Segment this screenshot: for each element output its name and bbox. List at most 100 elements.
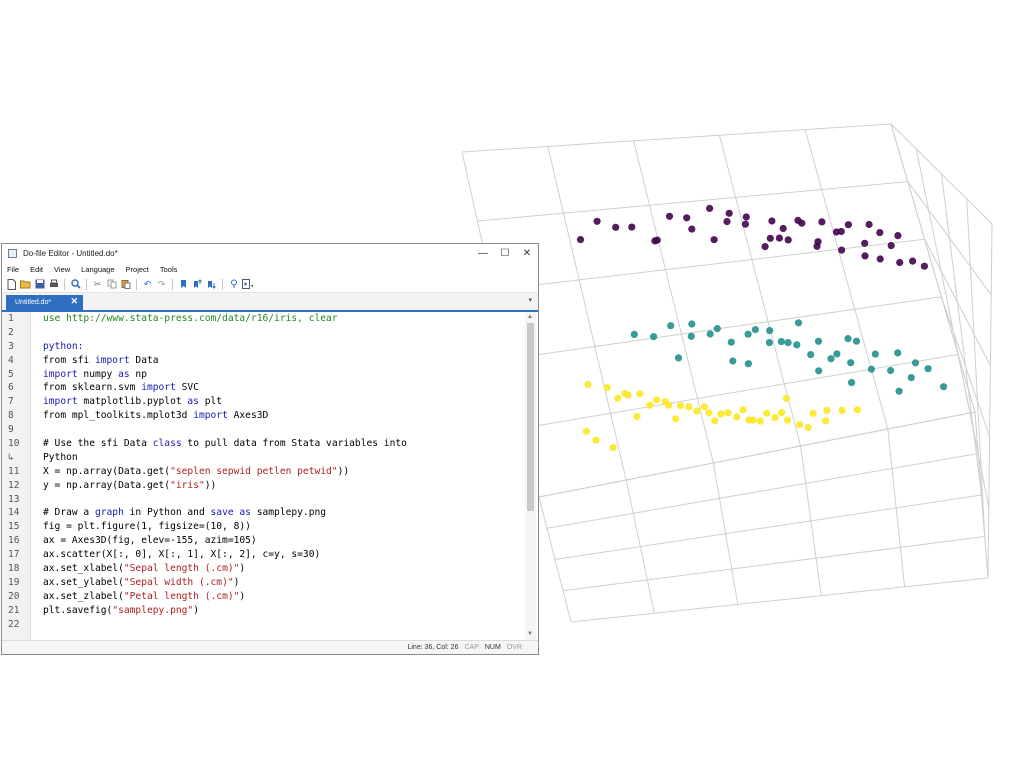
scroll-down-icon[interactable]: ▼ — [527, 631, 533, 637]
scatter-point — [661, 398, 669, 406]
line-number-gutter: 1 2 3 4 5 6 7 8 9 10 ↳ 11 12 13 14 15 16 17 18 19 20 21 22 — [2, 312, 31, 641]
grid-line — [966, 198, 986, 537]
tab-bar: Untitled.do* ✕ ▾ — [2, 293, 538, 312]
scatter-point — [782, 394, 790, 403]
code-line: from sklearn.svm import SVC — [43, 381, 523, 395]
menu-view[interactable]: View — [54, 265, 70, 274]
scatter-point — [896, 258, 904, 267]
code-token: as — [118, 368, 130, 380]
scatter-point — [827, 355, 835, 363]
tab-list-chevron-icon[interactable]: ▾ — [528, 296, 532, 304]
line-number: 2 — [8, 326, 14, 338]
bookmark-prev-icon[interactable] — [192, 279, 203, 290]
code-token: matplotlib.pyplot — [77, 396, 188, 408]
code-token: import — [193, 410, 228, 422]
menu-edit[interactable]: Edit — [30, 265, 43, 274]
code-token: "samplepy.png" — [112, 604, 194, 616]
bookmark-next-icon[interactable] — [206, 279, 217, 290]
code-editor[interactable]: 1 2 3 4 5 6 7 8 9 10 ↳ 11 12 13 14 15 16 17 18 19 20 21 22 use… — [2, 312, 538, 641]
vertical-scrollbar[interactable]: ▲ ▼ — [525, 312, 536, 641]
grid-line — [477, 181, 908, 222]
paste-icon[interactable] — [120, 279, 131, 290]
scatter-point — [683, 214, 691, 222]
line-number: 3 — [8, 340, 14, 352]
scatter-point — [614, 394, 622, 402]
grid-line — [538, 411, 976, 498]
grid-line — [633, 140, 714, 464]
code-token: X = np.array(Data.get( — [43, 465, 171, 477]
code-token: # Use the sfi Data — [43, 438, 153, 450]
save-icon[interactable] — [34, 279, 45, 290]
menu-tools[interactable]: Tools — [160, 265, 178, 274]
scatter-point — [693, 407, 701, 415]
run-icon[interactable] — [242, 279, 253, 290]
scatter-point — [724, 409, 732, 417]
scrollbar-thumb[interactable] — [527, 323, 534, 511]
cut-icon[interactable]: ✂ — [92, 279, 103, 290]
scatter-point — [700, 403, 708, 411]
undo-icon[interactable]: ↶ — [142, 279, 153, 290]
minimize-button[interactable]: — — [472, 248, 494, 259]
bookmark-toggle-icon[interactable] — [178, 279, 189, 290]
scatter-point — [804, 423, 812, 432]
line-number: 18 — [8, 563, 20, 575]
menu-file[interactable]: File — [7, 265, 19, 274]
scatter-point — [822, 417, 830, 425]
scatter-point — [852, 337, 861, 345]
status-bar: Line: 36, Col: 26 CAP NUM OVR — [2, 640, 538, 654]
scatter-point — [706, 330, 714, 338]
code-token: from sfi — [43, 354, 95, 366]
scatter-point — [766, 327, 774, 335]
code-line: ax.scatter(X[:, 0], X[:, 1], X[:, 2], c=… — [43, 548, 523, 562]
scatter-point — [672, 415, 680, 423]
scatter-point — [713, 325, 721, 333]
scatter-point — [814, 337, 823, 345]
copy-icon[interactable] — [106, 279, 117, 290]
scroll-up-icon[interactable]: ▲ — [527, 314, 533, 320]
code-token: class — [152, 438, 182, 450]
code-line: ax.set_ylabel("Sepal width (.cm)") — [43, 576, 523, 590]
title-bar: Do-file Editor - Untitled.do* — ☐ ✕ — [2, 244, 538, 262]
tab-untitled[interactable]: Untitled.do* ✕ — [6, 295, 83, 310]
scatter-point — [727, 338, 735, 346]
menu-project[interactable]: Project — [126, 265, 149, 274]
code-line: ax.set_xlabel("Sepal length (.cm)") — [43, 562, 523, 576]
maximize-button[interactable]: ☐ — [494, 248, 516, 259]
tab-close-icon[interactable]: ✕ — [70, 296, 78, 307]
close-button[interactable]: ✕ — [516, 248, 538, 259]
menu-language[interactable]: Language — [81, 265, 114, 274]
code-line: y = np.array(Data.get("iris")) — [43, 479, 523, 493]
grid-line — [890, 123, 976, 413]
plot-grid — [461, 123, 993, 623]
line-number: 16 — [8, 535, 20, 547]
grid-line — [492, 238, 925, 291]
scatter-point — [630, 330, 638, 338]
toolbar-separator — [136, 278, 137, 290]
scatter-point — [687, 332, 695, 340]
scatter-point — [710, 236, 718, 244]
toolbar: ✂ ↶ ↷ — [2, 276, 538, 293]
new-icon[interactable] — [6, 278, 17, 290]
preview-icon[interactable] — [228, 279, 239, 290]
scatter-point — [809, 409, 817, 417]
code-area[interactable]: use http://www.stata-press.com/data/r16/… — [43, 312, 523, 641]
code-line: # Use the sfi Data class to pull data fr… — [43, 437, 523, 451]
scatter-point — [744, 330, 752, 338]
grid-line — [562, 536, 985, 592]
redo-icon[interactable]: ↷ — [156, 279, 167, 290]
scatter-point — [628, 223, 636, 231]
scatter-point — [665, 212, 674, 220]
find-icon[interactable] — [70, 279, 81, 290]
scatter-point — [711, 417, 719, 425]
scatter-point — [633, 413, 641, 421]
scatter-point — [876, 229, 884, 237]
code-token: plt.savefig( — [43, 604, 113, 616]
scatter-point — [895, 387, 903, 395]
code-line: use http://www.stata-press.com/data/r16/… — [43, 312, 523, 326]
scatter-point — [911, 359, 920, 367]
open-icon[interactable] — [20, 279, 31, 290]
print-icon[interactable] — [48, 279, 59, 290]
toolbar-separator — [64, 278, 65, 290]
grid-line — [941, 173, 982, 496]
scatter-point — [603, 384, 611, 392]
